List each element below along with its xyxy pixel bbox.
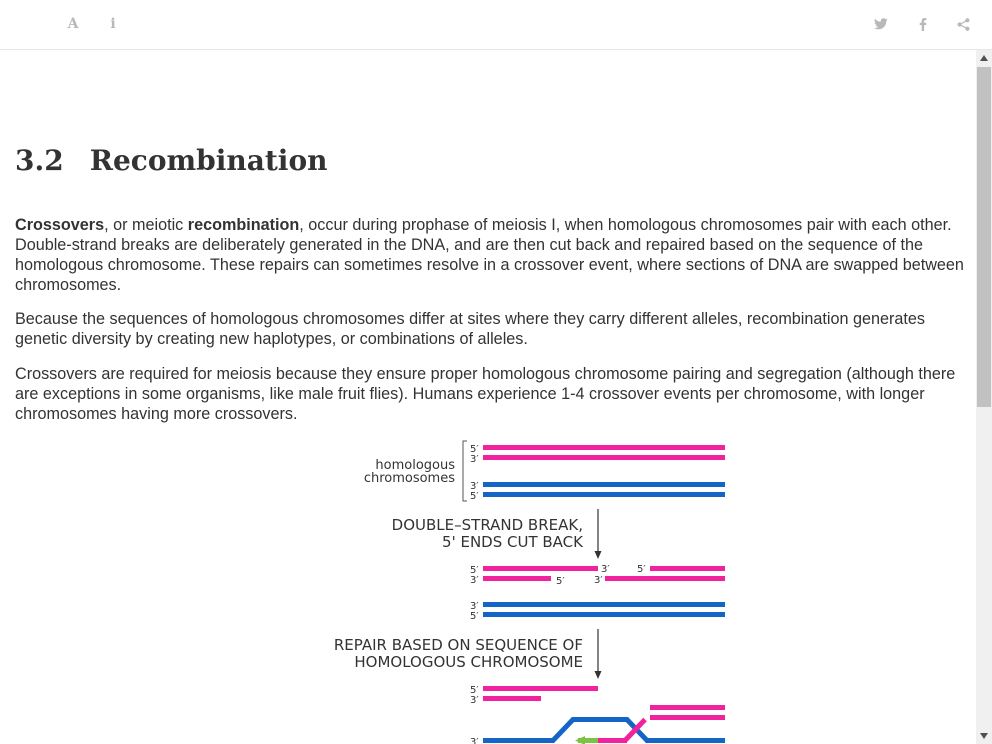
step1-label-line1: DOUBLE–STRAND BREAK, xyxy=(392,516,583,534)
arrow-head xyxy=(594,551,602,559)
end-label: 3′ xyxy=(470,454,479,465)
pink-strand xyxy=(650,566,725,571)
homologous-bracket xyxy=(462,440,467,502)
font-settings-icon[interactable]: A xyxy=(63,14,83,34)
main-content: 3.2 Recombination Crossovers, or meiotic … xyxy=(0,50,976,744)
section-number: 3.2 xyxy=(15,144,64,177)
paragraph-diversity: Because the sequences of homologous chro… xyxy=(15,310,926,348)
term-recombination: recombination xyxy=(187,216,300,234)
term-crossovers: Crossovers xyxy=(15,216,105,234)
section-title: 3.2 Recombination xyxy=(15,144,327,177)
recombination-diagram: homologous chromosomes 5′ 3′ 3′ 5′ DOUBL… xyxy=(334,440,725,744)
share-icon[interactable] xyxy=(953,14,973,34)
info-icon[interactable]: i xyxy=(103,14,123,34)
pink-strand xyxy=(483,455,725,460)
end-label: 3′ xyxy=(470,575,479,586)
pink-strand xyxy=(483,696,541,701)
blue-strand xyxy=(483,602,725,607)
end-label: 5′ xyxy=(470,491,479,502)
end-label: 3′ xyxy=(601,564,610,575)
twitter-icon[interactable] xyxy=(871,14,891,34)
blue-strand xyxy=(483,482,725,487)
pink-strand xyxy=(483,686,598,691)
top-toolbar: A i xyxy=(0,0,992,50)
section-title-text: Recombination xyxy=(89,144,328,177)
blue-strand xyxy=(483,612,725,617)
scroll-down-arrow-icon[interactable] xyxy=(976,728,992,744)
vertical-scrollbar[interactable] xyxy=(976,50,992,744)
step2-label-line1: REPAIR BASED ON SEQUENCE OF xyxy=(334,636,583,654)
pink-strand xyxy=(650,715,725,720)
end-label: 5′ xyxy=(470,611,479,622)
end-label: 3′ xyxy=(470,695,479,706)
scroll-up-arrow-icon[interactable] xyxy=(976,50,992,66)
pink-strand xyxy=(605,576,725,581)
end-label: 3′ xyxy=(594,575,603,586)
arrow-head xyxy=(594,671,602,679)
pink-strand xyxy=(483,445,725,450)
pink-strand xyxy=(650,705,725,710)
pink-strand xyxy=(483,576,551,581)
label-chromosomes: chromosomes xyxy=(364,471,455,486)
end-label: 5′ xyxy=(556,576,565,587)
facebook-icon[interactable] xyxy=(913,14,933,34)
paragraph-requirement: Crossovers are required for meiosis beca… xyxy=(15,365,956,423)
paragraph-crossovers: Crossovers, or meiotic recombination, oc… xyxy=(15,215,965,295)
scrollbar-thumb[interactable] xyxy=(977,67,991,407)
step2-label-line2: HOMOLOGOUS CHROMOSOME xyxy=(354,653,583,671)
end-label: 5′ xyxy=(637,564,646,575)
end-label: 3′ xyxy=(470,737,479,744)
step1-label-line2: 5' ENDS CUT BACK xyxy=(442,533,584,551)
blue-strand-invading xyxy=(483,717,725,743)
pink-strand xyxy=(483,566,598,571)
paragraph-text: , or meiotic xyxy=(104,216,188,234)
blue-strand xyxy=(483,492,725,497)
